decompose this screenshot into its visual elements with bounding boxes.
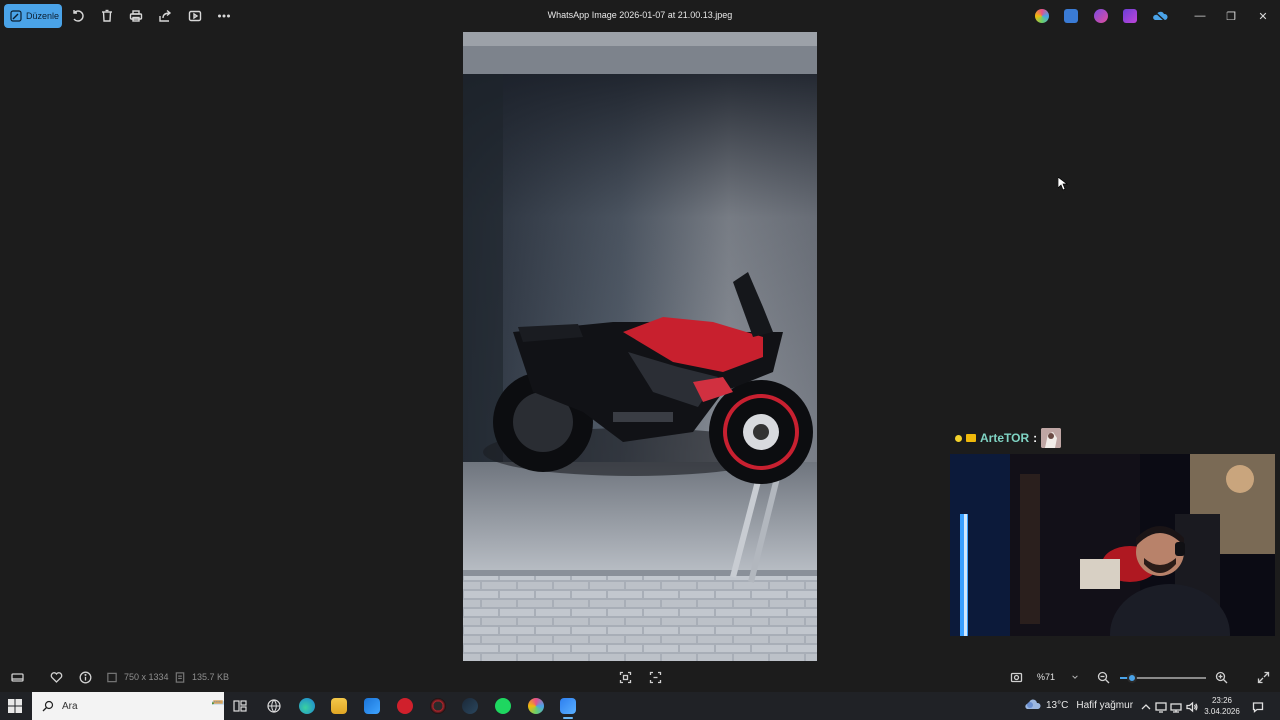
zoom-value: %71 bbox=[1037, 672, 1056, 682]
search-icon bbox=[42, 700, 54, 712]
file-explorer-icon[interactable] bbox=[331, 698, 347, 714]
onedrive-offline-icon[interactable] bbox=[1152, 9, 1168, 23]
chevron-up-icon[interactable] bbox=[1140, 700, 1152, 712]
chat-separator: : bbox=[1033, 431, 1038, 445]
chat-username: ArteTOR bbox=[980, 431, 1030, 445]
windows-start-icon[interactable] bbox=[8, 699, 22, 713]
volume-icon[interactable] bbox=[1186, 700, 1198, 713]
zoom-slider-thumb[interactable] bbox=[1127, 673, 1138, 683]
designer-icon[interactable] bbox=[1123, 9, 1137, 23]
zoom-level-dropdown[interactable]: %71 bbox=[1031, 667, 1085, 687]
dimensions-icon bbox=[106, 670, 118, 684]
widgets-icon[interactable] bbox=[266, 698, 282, 714]
file-info-icon[interactable] bbox=[78, 670, 92, 684]
taskbar-clock[interactable]: 23:26 3.04.2026 bbox=[1200, 695, 1244, 717]
taskbar-search-box[interactable]: Ara bbox=[32, 692, 224, 720]
weather-widget[interactable]: 13°C Hafif yağmur bbox=[1024, 699, 1133, 711]
image-dimensions: 750 x 1334 bbox=[124, 672, 169, 682]
weather-condition: Hafif yağmur bbox=[1076, 699, 1134, 711]
tray-monitor-icon[interactable] bbox=[1155, 700, 1167, 713]
task-view-icon[interactable] bbox=[232, 698, 248, 714]
close-button[interactable]: ✕ bbox=[1255, 8, 1271, 24]
crown-badge-icon bbox=[966, 434, 976, 442]
zoom-out-icon[interactable] bbox=[1096, 670, 1110, 684]
chat-badge-icon bbox=[955, 434, 962, 442]
bottom-bar: 750 x 1334 135.7 KB %71 bbox=[0, 662, 1280, 692]
window-title: WhatsApp Image 2026-01-07 at 21.00.13.jp… bbox=[547, 10, 733, 20]
zoom-in-icon[interactable] bbox=[1214, 670, 1228, 684]
image-filesize: 135.7 KB bbox=[192, 672, 230, 682]
opera-icon[interactable] bbox=[397, 698, 413, 714]
favorite-heart-icon[interactable] bbox=[49, 670, 63, 684]
steam-icon[interactable] bbox=[462, 698, 478, 714]
filmstrip-icon[interactable] bbox=[10, 670, 24, 684]
search-placeholder: Ara bbox=[62, 700, 78, 712]
windows-taskbar: Ara 13°C Hafif yağmur 23:26 3.04.2026 bbox=[0, 692, 1280, 720]
clipchamp-icon[interactable] bbox=[1094, 9, 1108, 23]
streamer-webcam bbox=[950, 454, 1275, 636]
screenshot-icon[interactable] bbox=[1009, 670, 1023, 684]
copilot-taskbar-icon[interactable] bbox=[528, 698, 544, 714]
copilot-icon[interactable] bbox=[1035, 9, 1049, 23]
edge-icon[interactable] bbox=[299, 698, 315, 714]
photos-editor-icon[interactable] bbox=[1064, 9, 1078, 23]
chat-emote-icon bbox=[1041, 428, 1062, 448]
maximize-button[interactable]: ❐ bbox=[1223, 8, 1239, 24]
outlook-icon[interactable] bbox=[364, 698, 380, 714]
clock-date: 3.04.2026 bbox=[1204, 707, 1240, 716]
stream-chat-line: ArteTOR : bbox=[955, 428, 1062, 448]
filesize-icon bbox=[174, 670, 186, 684]
fit-to-window-icon[interactable] bbox=[618, 670, 632, 684]
fullscreen-icon[interactable] bbox=[1256, 670, 1270, 684]
spotify-icon[interactable] bbox=[495, 698, 511, 714]
motorcycle-photo bbox=[463, 32, 817, 661]
photos-app-window: Düzenle WhatsApp Image 2026-01-07 at 21.… bbox=[0, 0, 1280, 692]
weather-temperature: 13°C bbox=[1046, 699, 1069, 711]
actual-size-icon[interactable] bbox=[648, 670, 662, 684]
top-toolbar: Düzenle WhatsApp Image 2026-01-07 at 21.… bbox=[0, 0, 1280, 32]
search-highlight-illustration-icon bbox=[212, 700, 224, 705]
network-icon[interactable] bbox=[1170, 700, 1182, 713]
obs-icon[interactable] bbox=[430, 698, 446, 714]
minimize-button[interactable]: — bbox=[1192, 8, 1208, 24]
chevron-down-icon bbox=[1072, 675, 1078, 679]
mouse-cursor-icon bbox=[1058, 177, 1068, 191]
notifications-icon[interactable] bbox=[1252, 700, 1264, 713]
zoom-slider[interactable] bbox=[1120, 673, 1206, 683]
photos-taskbar-icon[interactable] bbox=[560, 698, 576, 719]
clock-time: 23:26 bbox=[1211, 696, 1233, 705]
rain-cloud-icon bbox=[1024, 699, 1042, 711]
